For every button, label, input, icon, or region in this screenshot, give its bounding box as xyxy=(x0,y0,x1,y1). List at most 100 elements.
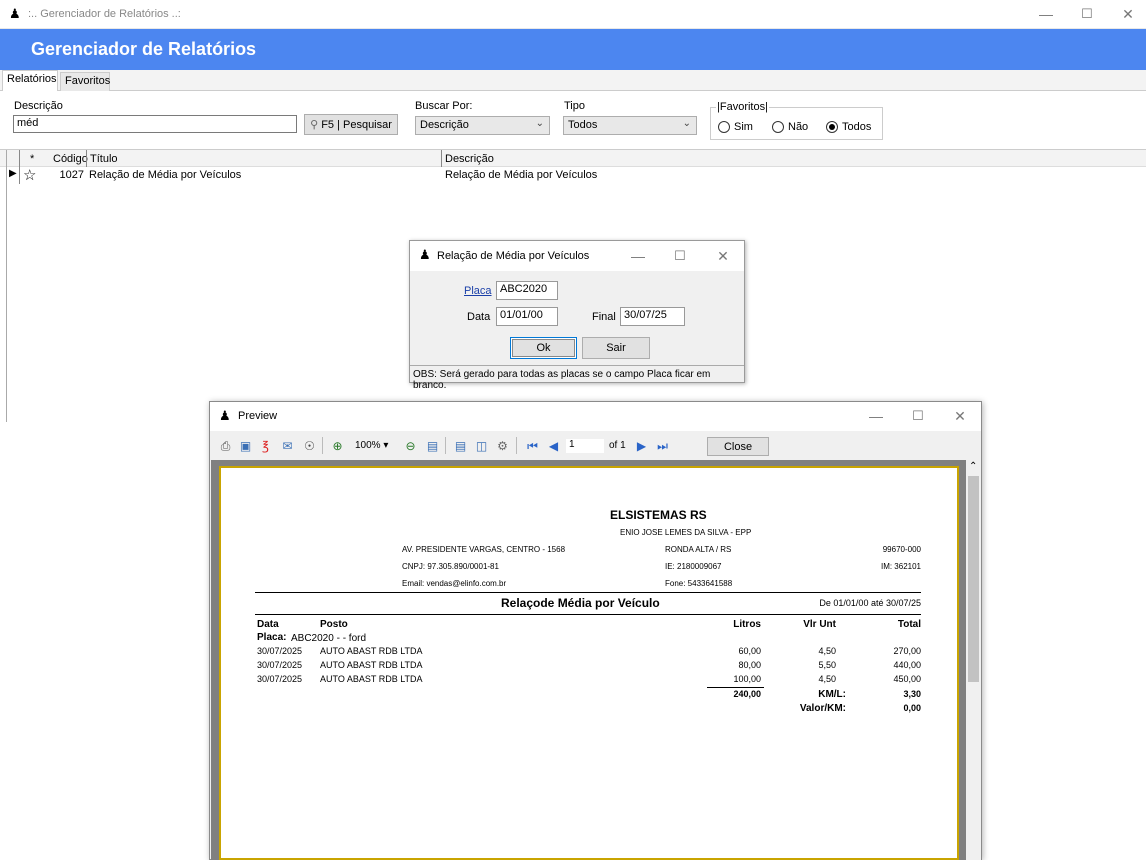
ok-button[interactable]: Ok xyxy=(510,337,577,359)
maximize-button[interactable]: ☐ xyxy=(670,246,690,266)
col-star[interactable]: * xyxy=(30,153,34,165)
radio-sim[interactable] xyxy=(718,121,730,133)
zoom-out-icon[interactable]: ⊖ xyxy=(403,439,418,453)
descricao-input[interactable]: méd xyxy=(13,115,297,133)
data-label: Data xyxy=(467,311,491,323)
print-icon[interactable]: ⎙ xyxy=(218,439,233,453)
minimize-button[interactable]: — xyxy=(628,246,648,266)
zoom-value: 100% xyxy=(355,440,381,451)
minimize-button[interactable]: — xyxy=(866,406,886,426)
first-page-icon[interactable]: ⏮ xyxy=(525,439,540,453)
col-titulo[interactable]: Título xyxy=(90,153,118,165)
kml-value: 3,30 xyxy=(903,689,921,699)
pdf-icon[interactable]: ℥ xyxy=(258,439,273,453)
app-icon: ♟ xyxy=(419,247,431,262)
sair-button[interactable]: Sair xyxy=(582,337,650,359)
grid-left-border xyxy=(6,150,7,422)
page-number-input[interactable]: 1 xyxy=(566,439,604,453)
cell-litros: 100,00 xyxy=(733,674,761,684)
app-icon: ♟ xyxy=(219,408,231,423)
email-icon[interactable]: ✉ xyxy=(280,439,295,453)
tipo-label: Tipo xyxy=(564,100,585,112)
page-width-icon[interactable]: ▤ xyxy=(425,439,440,453)
radio-todos[interactable] xyxy=(826,121,838,133)
table-row[interactable]: ▶ ☆ 1027 Relação de Média por Veículos R… xyxy=(0,167,1146,184)
save-icon[interactable]: ▣ xyxy=(238,439,253,453)
filter-panel: Descrição méd ⚲ F5 | Pesquisar Buscar Po… xyxy=(0,91,1146,149)
tab-relatorios[interactable]: Relatórios xyxy=(2,70,58,91)
buscar-select[interactable]: Descrição ⌄ xyxy=(415,116,550,135)
minimize-button[interactable]: — xyxy=(1036,4,1056,24)
report-cnpj: CNPJ: 97.305.890/0001-81 xyxy=(402,562,499,571)
cell-data: 30/07/2025 xyxy=(257,660,303,670)
radio-todos-label: Todos xyxy=(842,121,872,133)
col-posto: Posto xyxy=(320,619,348,630)
final-input[interactable]: 30/07/25 xyxy=(620,307,685,326)
radio-nao[interactable] xyxy=(772,121,784,133)
page-total: of 1 xyxy=(609,440,626,451)
window-title: :.. Gerenciador de Relatórios ..: xyxy=(28,8,181,20)
valorkm-label: Valor/KM: xyxy=(799,703,846,714)
final-label: Final xyxy=(592,311,616,323)
report-address: AV. PRESIDENTE VARGAS, CENTRO - 1568 xyxy=(402,545,566,554)
table-row: 30/07/2025 AUTO ABAST RDB LTDA 80,00 5,5… xyxy=(221,660,957,674)
toolbar-separator xyxy=(516,437,517,454)
col-descricao[interactable]: Descrição xyxy=(445,153,494,165)
close-button[interactable]: ✕ xyxy=(950,406,970,426)
favoritos-label: |Favoritos| xyxy=(716,101,769,113)
cell-litros: 80,00 xyxy=(738,660,761,670)
close-button[interactable]: ✕ xyxy=(1118,4,1138,24)
scroll-up-icon[interactable]: ⌃ xyxy=(969,461,977,472)
scrollbar-thumb[interactable] xyxy=(968,476,979,682)
cell-data: 30/07/2025 xyxy=(257,646,303,656)
close-preview-button[interactable]: Close xyxy=(707,437,769,456)
placa-input[interactable]: ABC2020 xyxy=(496,281,558,300)
tab-favoritos[interactable]: Favoritos xyxy=(60,72,110,91)
row-pointer-icon: ▶ xyxy=(9,168,17,179)
toolbar-separator xyxy=(445,437,446,454)
maximize-button[interactable]: ☐ xyxy=(908,406,928,426)
settings-icon[interactable]: ⚙ xyxy=(495,439,510,453)
find-icon[interactable]: ☉ xyxy=(302,439,317,453)
prev-page-icon[interactable]: ◀ xyxy=(546,439,561,453)
report-divider xyxy=(255,614,921,615)
tab-bar: Relatórios Favoritos xyxy=(0,70,1146,91)
cell-data: 30/07/2025 xyxy=(257,674,303,684)
report-page: ELSISTEMAS RS ENIO JOSE LEMES DA SILVA -… xyxy=(219,466,959,860)
cell-vlr-unt: 5,50 xyxy=(818,660,836,670)
maximize-button[interactable]: ☐ xyxy=(1077,4,1097,24)
search-button[interactable]: ⚲ F5 | Pesquisar xyxy=(304,114,398,135)
banner: Gerenciador de Relatórios xyxy=(0,29,1146,70)
zoom-select[interactable]: 100% ▾ xyxy=(355,440,388,451)
zoom-in-icon[interactable]: ⊕ xyxy=(330,439,345,453)
star-icon[interactable]: ☆ xyxy=(23,166,36,184)
dialog-title: Relação de Média por Veículos xyxy=(437,250,590,262)
vertical-scrollbar[interactable]: ⌃ xyxy=(966,460,981,860)
divider xyxy=(410,365,744,366)
next-page-icon[interactable]: ▶ xyxy=(634,439,649,453)
data-input[interactable]: 01/01/00 xyxy=(496,307,558,326)
parameters-dialog: ♟ Relação de Média por Veículos — ☐ ✕ Pl… xyxy=(409,240,745,391)
obs-text: OBS: Será gerado para todas as placas se… xyxy=(413,369,711,391)
search-button-label: F5 | Pesquisar xyxy=(321,119,392,131)
buscar-label: Buscar Por: xyxy=(415,100,473,112)
cell-posto: AUTO ABAST RDB LTDA xyxy=(320,674,423,684)
preview-title: Preview xyxy=(238,410,278,422)
last-page-icon[interactable]: ⏭ xyxy=(655,439,670,453)
grid-divider xyxy=(86,150,87,167)
banner-title: Gerenciador de Relatórios xyxy=(31,39,257,59)
multi-page-icon[interactable]: ◫ xyxy=(474,439,489,453)
toolbar-separator xyxy=(322,437,323,454)
preview-canvas: ELSISTEMAS RS ENIO JOSE LEMES DA SILVA -… xyxy=(211,460,966,860)
cell-total: 270,00 xyxy=(893,646,921,656)
placa-link[interactable]: Placa xyxy=(464,285,492,297)
single-page-icon[interactable]: ▤ xyxy=(453,439,468,453)
col-vlr-unt: Vlr Unt xyxy=(803,619,836,630)
row-descricao: Relação de Média por Veículos xyxy=(445,169,598,181)
tipo-select[interactable]: Todos ⌄ xyxy=(563,116,697,135)
buscar-value: Descrição xyxy=(420,119,469,131)
chevron-down-icon: ⌄ xyxy=(682,118,691,129)
col-codigo[interactable]: Código xyxy=(53,153,88,165)
total-litros: 240,00 xyxy=(733,689,761,699)
close-button[interactable]: ✕ xyxy=(713,246,733,266)
